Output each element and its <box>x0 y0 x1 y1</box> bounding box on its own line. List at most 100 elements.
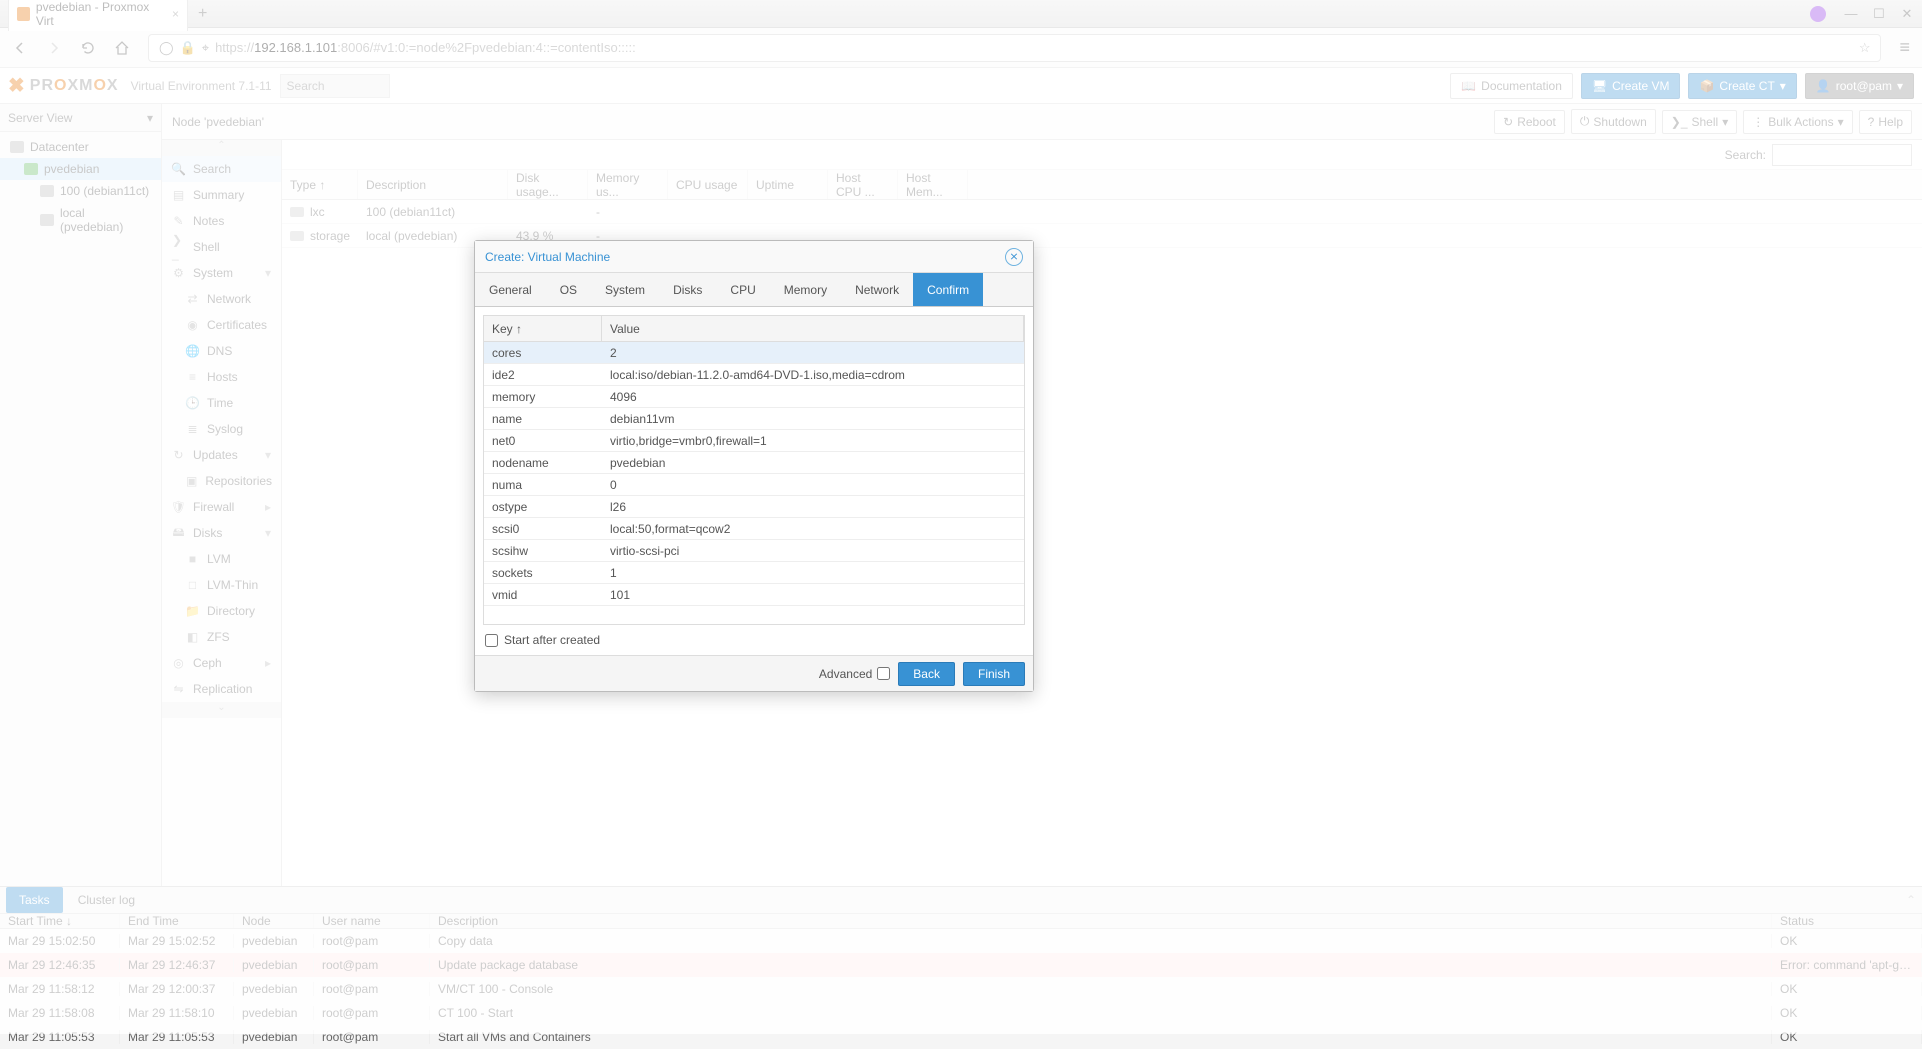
kv-row[interactable]: ostypel26 <box>484 496 1024 518</box>
side-search[interactable]: 🔍Search <box>162 156 281 182</box>
side-collapse-handle[interactable]: ⌃ <box>162 140 281 156</box>
grid-header[interactable]: Type ↑ Description Disk usage... Memory … <box>282 170 1922 200</box>
task-row[interactable]: Mar 29 12:46:35 Mar 29 12:46:37 pvedebia… <box>0 953 1922 977</box>
tab-close-icon[interactable]: × <box>172 7 179 21</box>
col-node[interactable]: Node <box>234 914 314 928</box>
kv-row[interactable]: vmid101 <box>484 584 1024 606</box>
window-maximize[interactable]: ☐ <box>1872 7 1886 21</box>
bulk-actions-button[interactable]: ⋮ Bulk Actions ▾ <box>1743 110 1852 134</box>
side-expand-handle[interactable]: ⌄ <box>162 702 281 718</box>
side-certificates[interactable]: ◉Certificates <box>162 312 281 338</box>
col-status[interactable]: Status <box>1772 914 1922 928</box>
finish-button[interactable]: Finish <box>963 662 1025 686</box>
wizard-tab-network[interactable]: Network <box>841 273 913 306</box>
modal-close-icon[interactable]: ⨯ <box>1005 248 1023 266</box>
kv-col-key[interactable]: Key ↑ <box>484 316 602 341</box>
browser-menu-icon[interactable]: ≡ <box>1899 37 1910 58</box>
task-row[interactable]: Mar 29 15:02:50 Mar 29 15:02:52 pvedebia… <box>0 929 1922 953</box>
side-directory[interactable]: 📁Directory <box>162 598 281 624</box>
kv-row[interactable]: scsihwvirtio-scsi-pci <box>484 540 1024 562</box>
side-syslog[interactable]: ≣Syslog <box>162 416 281 442</box>
new-tab-button[interactable]: + <box>198 5 207 23</box>
key-icon[interactable]: ⌖ <box>202 40 209 56</box>
tasks-collapse-icon[interactable]: ⌃ <box>1906 893 1916 907</box>
grid-row[interactable]: lxc 100 (debian11ct) - <box>282 200 1922 224</box>
side-network[interactable]: ⇄Network <box>162 286 281 312</box>
tree-node-pvedebian[interactable]: pvedebian <box>0 158 161 180</box>
bookmark-star-icon[interactable]: ☆ <box>1859 40 1871 56</box>
reboot-button[interactable]: ↻ Reboot <box>1494 110 1565 134</box>
col-memory[interactable]: Memory us... <box>588 170 668 199</box>
tree-ct-100[interactable]: 100 (debian11ct) <box>0 180 161 202</box>
wizard-tab-os[interactable]: OS <box>546 273 591 306</box>
kv-row[interactable]: net0virtio,bridge=vmbr0,firewall=1 <box>484 430 1024 452</box>
col-start-time[interactable]: Start Time ↓ <box>0 914 120 928</box>
create-ct-button[interactable]: 📦 Create CT ▾ <box>1688 73 1796 99</box>
kv-row[interactable]: scsi0local:50,format=qcow2 <box>484 518 1024 540</box>
kv-col-value[interactable]: Value <box>602 316 1024 341</box>
nav-back-icon[interactable] <box>12 40 28 56</box>
advanced-checkbox[interactable] <box>877 667 890 680</box>
side-lvm-thin[interactable]: □LVM-Thin <box>162 572 281 598</box>
col-task-desc[interactable]: Description <box>430 914 1772 928</box>
kv-row[interactable]: cores2 <box>484 342 1024 364</box>
col-end-time[interactable]: End Time <box>120 914 234 928</box>
proxmox-logo[interactable]: ✖PROXMOX <box>8 73 119 98</box>
window-minimize[interactable]: — <box>1844 7 1858 21</box>
nav-forward-icon[interactable] <box>46 40 62 56</box>
tree-storage-local[interactable]: local (pvedebian) <box>0 202 161 238</box>
kv-row[interactable]: namedebian11vm <box>484 408 1024 430</box>
wizard-tab-disks[interactable]: Disks <box>659 273 716 306</box>
lock-icon[interactable]: 🔒 <box>180 40 196 56</box>
kv-row[interactable]: numa0 <box>484 474 1024 496</box>
side-hosts[interactable]: ≡Hosts <box>162 364 281 390</box>
col-hostcpu[interactable]: Host CPU ... <box>828 170 898 199</box>
col-user[interactable]: User name <box>314 914 430 928</box>
kv-row[interactable]: nodenamepvedebian <box>484 452 1024 474</box>
window-close[interactable]: ✕ <box>1900 7 1914 21</box>
task-row[interactable]: Mar 29 11:58:12 Mar 29 12:00:37 pvedebia… <box>0 977 1922 1001</box>
nav-reload-icon[interactable] <box>80 40 96 56</box>
side-ceph[interactable]: ◎Ceph▸ <box>162 650 281 676</box>
side-shell[interactable]: ❯_Shell <box>162 234 281 260</box>
start-after-created-checkbox[interactable] <box>485 634 498 647</box>
server-view-header[interactable]: Server View▾ <box>0 104 161 132</box>
col-disk[interactable]: Disk usage... <box>508 170 588 199</box>
extension-icon[interactable] <box>1810 6 1826 22</box>
side-updates[interactable]: ↻Updates▾ <box>162 442 281 468</box>
shell-button[interactable]: ❯_ Shell ▾ <box>1662 110 1737 134</box>
tasks-tab[interactable]: Tasks <box>6 887 63 913</box>
col-type[interactable]: Type ↑ <box>282 170 358 199</box>
side-summary[interactable]: ▤Summary <box>162 182 281 208</box>
shield-icon[interactable]: ◯ <box>159 40 174 56</box>
kv-row[interactable]: sockets1 <box>484 562 1024 584</box>
nav-home-icon[interactable] <box>114 40 130 56</box>
kv-row[interactable]: ide2local:iso/debian-11.2.0-amd64-DVD-1.… <box>484 364 1024 386</box>
wizard-tab-general[interactable]: General <box>475 273 546 306</box>
global-search-input[interactable]: Search <box>280 74 390 98</box>
tree-datacenter[interactable]: Datacenter <box>0 136 161 158</box>
col-uptime[interactable]: Uptime <box>748 170 828 199</box>
wizard-tab-cpu[interactable]: CPU <box>716 273 769 306</box>
wizard-tab-confirm[interactable]: Confirm <box>913 273 983 306</box>
side-replication[interactable]: ⇋Replication <box>162 676 281 702</box>
grid-search-input[interactable] <box>1772 144 1912 166</box>
side-zfs[interactable]: ◧ZFS <box>162 624 281 650</box>
side-lvm[interactable]: ■LVM <box>162 546 281 572</box>
documentation-button[interactable]: 📖 Documentation <box>1450 73 1573 99</box>
side-dns[interactable]: 🌐DNS <box>162 338 281 364</box>
side-time[interactable]: 🕒Time <box>162 390 281 416</box>
browser-tab[interactable]: pvedebian - Proxmox Virt × <box>8 0 188 31</box>
col-cpu[interactable]: CPU usage <box>668 170 748 199</box>
side-disks[interactable]: 🖴Disks▾ <box>162 520 281 546</box>
help-button[interactable]: ? Help <box>1859 110 1912 134</box>
cluster-log-tab[interactable]: Cluster log <box>65 887 148 913</box>
back-button[interactable]: Back <box>898 662 955 686</box>
tasks-header[interactable]: Start Time ↓ End Time Node User name Des… <box>0 914 1922 929</box>
kv-row[interactable]: memory4096 <box>484 386 1024 408</box>
wizard-tab-memory[interactable]: Memory <box>770 273 841 306</box>
side-system[interactable]: ⚙System▾ <box>162 260 281 286</box>
shutdown-button[interactable]: ⏻ Shutdown <box>1571 109 1656 134</box>
task-row[interactable]: Mar 29 11:58:08 Mar 29 11:58:10 pvedebia… <box>0 1001 1922 1025</box>
col-description[interactable]: Description <box>358 170 508 199</box>
